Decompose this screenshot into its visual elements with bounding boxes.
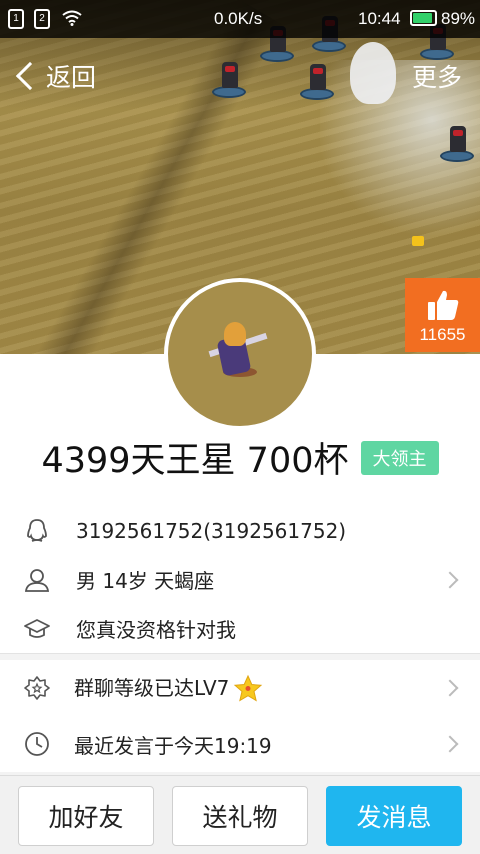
graduation-cap-icon: [24, 618, 50, 638]
back-label: 返回: [46, 63, 97, 92]
bottom-action-bar: 加好友 送礼物 发消息: [0, 775, 480, 854]
info-list: 3192561752(3192561752) 男 14岁 天蝎座 您真没资格针对…: [0, 506, 480, 654]
sim-card-icon: 2: [34, 9, 50, 29]
group-info-list: 群聊等级已达LV7 最近发言于今天19:19: [0, 660, 480, 772]
like-count: 11655: [419, 325, 466, 344]
send-gift-button[interactable]: 送礼物: [172, 786, 308, 846]
divider: [0, 653, 480, 654]
like-button[interactable]: 11655: [405, 278, 480, 352]
network-speed: 0.0K/s: [214, 9, 263, 28]
battery-percent: 89%: [441, 9, 476, 28]
game-unit: [212, 62, 246, 98]
send-message-button[interactable]: 发消息: [326, 786, 462, 846]
more-button[interactable]: 更多: [412, 58, 462, 94]
group-level-text: 群聊等级已达LV7: [74, 672, 263, 705]
add-friend-button[interactable]: 加好友: [18, 786, 154, 846]
info-row-qq: 3192561752(3192561752): [0, 506, 480, 555]
person-icon: [24, 568, 50, 592]
game-unit: [260, 26, 294, 62]
wifi-icon: [62, 10, 82, 26]
battery-fill: [413, 13, 432, 23]
name-row: 4399天王星 700杯 大领主: [0, 432, 480, 483]
sim-card-icon: 1: [8, 9, 24, 29]
game-unit: [312, 16, 346, 52]
last-speak-row[interactable]: 最近发言于今天19:19: [0, 716, 480, 772]
thumbs-up-icon: [427, 290, 458, 320]
status-bar: 1 2 0.0K/s 10:44 89%: [0, 0, 480, 38]
last-speak-text: 最近发言于今天19:19: [74, 733, 272, 758]
avatar-hair: [224, 322, 246, 346]
chevron-left-icon: [15, 61, 45, 91]
group-level-label: 群聊等级已达LV7: [74, 675, 230, 700]
profile-name: 4399天王星 700杯: [41, 441, 349, 481]
game-unit: [440, 126, 474, 162]
game-unit: [300, 64, 334, 100]
gender-age-zodiac: 男 14岁 天蝎座: [76, 569, 215, 593]
chevron-right-icon: [441, 735, 459, 753]
small-thumb-icon: [412, 236, 424, 246]
rank-badge: 大领主: [360, 440, 439, 475]
chevron-right-icon: [441, 679, 459, 697]
battery-icon: [410, 10, 437, 26]
group-level-row[interactable]: 群聊等级已达LV7: [0, 660, 480, 716]
clock-icon: [25, 732, 49, 756]
status-time: 10:44: [358, 9, 401, 28]
chevron-right-icon: [441, 571, 459, 588]
info-row-school: 您真没资格针对我: [0, 604, 480, 653]
penguin-icon: [27, 518, 47, 542]
badge-gear-icon: [24, 676, 50, 700]
info-row-profile[interactable]: 男 14岁 天蝎座: [0, 555, 480, 604]
back-button[interactable]: 返回: [14, 56, 96, 96]
qq-number: 3192561752(3192561752): [76, 518, 347, 543]
signature-text: 您真没资格针对我: [76, 618, 236, 642]
star-icon: [234, 675, 263, 702]
avatar[interactable]: [164, 278, 316, 430]
game-ghost-unit: [350, 42, 396, 104]
